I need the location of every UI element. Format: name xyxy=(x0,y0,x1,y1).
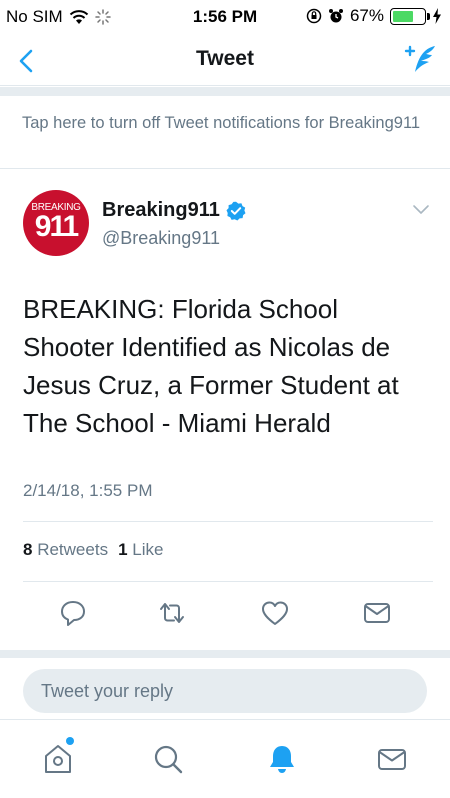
status-right: 67% xyxy=(306,6,442,26)
tweet-header: BREAKING 911 Breaking911 @Breaking911 xyxy=(0,190,450,270)
tab-bar xyxy=(0,721,450,798)
battery-percent: 67% xyxy=(349,6,384,25)
divider xyxy=(23,581,433,582)
retweets-stat[interactable]: 8 Retweets xyxy=(23,540,108,560)
retweet-label: Retweets xyxy=(37,540,109,559)
user-handle[interactable]: @Breaking911 xyxy=(102,228,220,249)
retweet-count: 8 xyxy=(23,540,33,559)
retweet-icon[interactable] xyxy=(157,598,187,628)
like-count: 1 xyxy=(118,540,128,559)
home-icon xyxy=(45,745,71,773)
tab-search[interactable] xyxy=(148,739,188,779)
chevron-down-icon[interactable] xyxy=(412,204,430,216)
divider xyxy=(23,521,433,522)
section-gap xyxy=(0,650,450,658)
battery-icon xyxy=(390,7,430,25)
status-bar: No SIM 1:56 PM 67% xyxy=(0,0,450,36)
reply-input[interactable] xyxy=(23,669,427,713)
messages-icon xyxy=(378,749,406,770)
display-name-row[interactable]: Breaking911 xyxy=(102,199,246,222)
like-label: Like xyxy=(132,540,164,559)
notification-banner[interactable]: Tap here to turn off Tweet notifications… xyxy=(0,96,450,169)
home-unread-dot xyxy=(66,737,74,745)
battery-level xyxy=(393,10,414,22)
tab-home[interactable] xyxy=(38,737,78,779)
direct-message-icon[interactable] xyxy=(362,598,392,628)
avatar[interactable]: BREAKING 911 xyxy=(23,190,89,256)
nav-bar: Tweet xyxy=(0,36,450,86)
reply-area xyxy=(0,658,450,720)
verified-badge-icon xyxy=(226,201,246,220)
tweet-actions xyxy=(0,598,450,634)
tab-messages[interactable] xyxy=(372,739,412,779)
tweet-timestamp: 2/14/18, 1:55 PM xyxy=(23,481,153,500)
tab-notifications[interactable] xyxy=(262,739,302,779)
search-icon xyxy=(154,745,183,774)
section-gap xyxy=(0,87,450,96)
like-icon[interactable] xyxy=(260,598,290,628)
reply-icon[interactable] xyxy=(58,598,88,628)
avatar-logo-number: 911 xyxy=(34,210,79,243)
display-name[interactable]: Breaking911 xyxy=(102,199,220,222)
notification-banner-text: Tap here to turn off Tweet notifications… xyxy=(22,114,421,132)
charging-bolt-icon xyxy=(433,8,441,24)
likes-stat[interactable]: 1 Like xyxy=(118,540,163,560)
alarm-icon xyxy=(328,9,343,23)
page-title: Tweet xyxy=(196,47,254,70)
orientation-lock-icon xyxy=(306,8,322,24)
notifications-icon xyxy=(270,746,294,773)
tweet-stats: 8 Retweets 1 Like xyxy=(23,540,163,560)
tweet-text: BREAKING: Florida School Shooter Identif… xyxy=(23,294,399,438)
compose-tweet-icon[interactable] xyxy=(402,42,438,78)
